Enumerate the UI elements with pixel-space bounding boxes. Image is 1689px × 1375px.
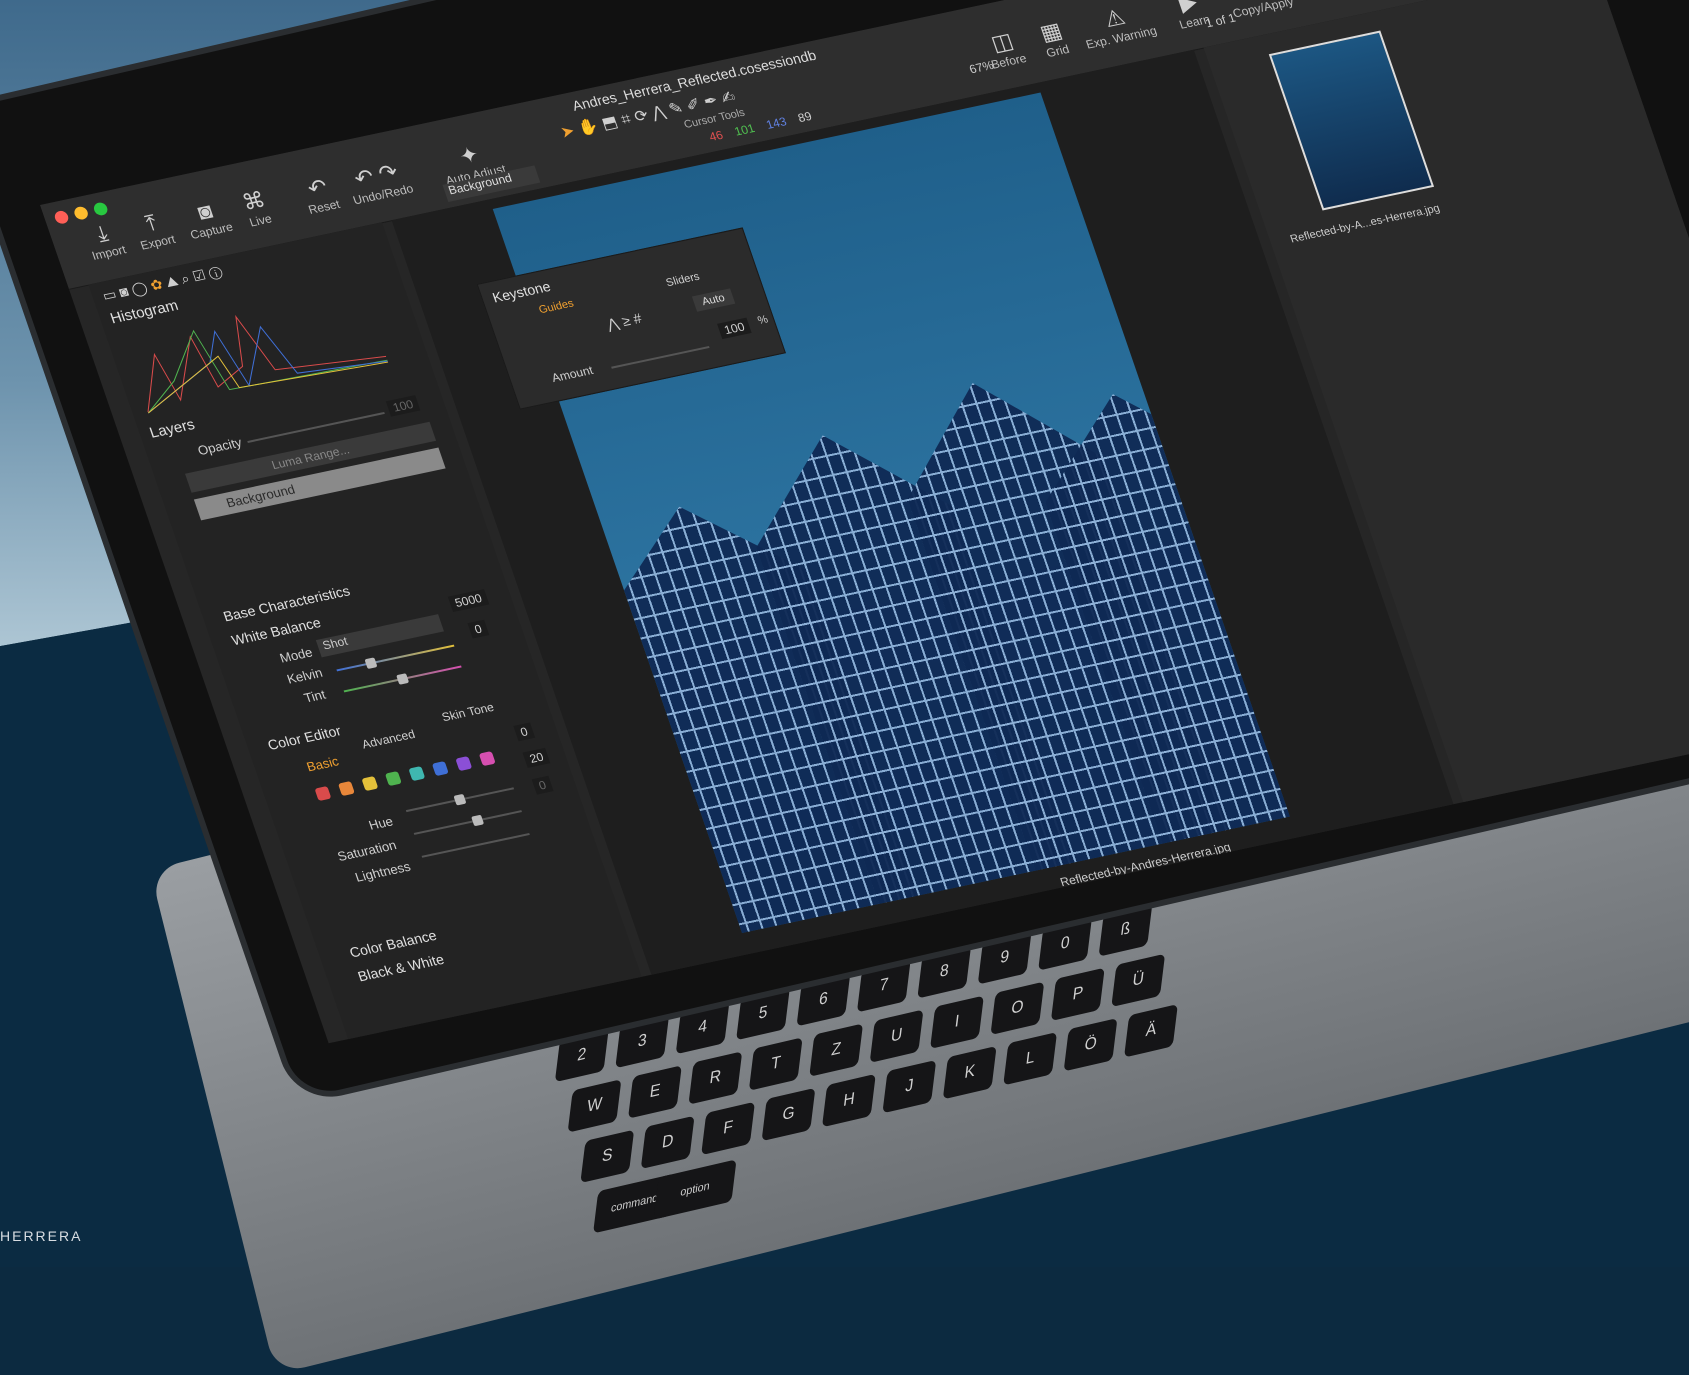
grid-label: Grid	[1044, 42, 1072, 61]
readout-red: 46	[707, 127, 725, 144]
layers-title[interactable]: Layers	[147, 416, 197, 442]
keystone-tab-sliders[interactable]: Sliders	[664, 271, 701, 289]
keystone-auto-button[interactable]: Auto	[691, 288, 735, 312]
keyboard-key: T	[748, 1037, 803, 1091]
keyboard-key: K	[942, 1045, 997, 1100]
tint-slider-knob[interactable]	[396, 673, 410, 685]
keystone-unit: %	[756, 313, 770, 327]
keyboard-key: W	[567, 1079, 622, 1133]
readout-blue: 143	[764, 114, 789, 132]
tab-basic[interactable]: Basic	[305, 754, 341, 775]
minimize-window-button[interactable]	[72, 205, 90, 221]
readout-luminance: 89	[796, 108, 814, 126]
watermark: HERRERA	[0, 1228, 83, 1244]
color-tab-icon[interactable]: ✿	[148, 276, 165, 294]
keystone-guide-icons[interactable]: ⋀ ≥ #	[605, 310, 645, 333]
color-swatch[interactable]	[314, 785, 332, 802]
undo-redo-button[interactable]: ↶ ↷ Undo/Redo	[343, 157, 415, 208]
keyboard-key: I	[930, 995, 984, 1049]
keyboard-key: Z	[809, 1023, 864, 1077]
keyboard-key: L	[1003, 1031, 1058, 1086]
histogram-chart	[147, 314, 389, 414]
color-swatch[interactable]	[361, 776, 379, 792]
color-swatches	[314, 743, 534, 803]
keyboard-key: S	[580, 1129, 635, 1184]
keyboard-key: Ü	[1111, 953, 1166, 1008]
keyboard-key: R	[688, 1051, 743, 1105]
keyboard-key: option	[653, 1159, 737, 1220]
keyboard-key: Ö	[1063, 1018, 1118, 1072]
opacity-value[interactable]: 100	[385, 395, 421, 417]
keyboard-key: E	[627, 1065, 682, 1119]
keyboard-key: Ä	[1123, 1004, 1178, 1058]
wb-mode-label: Mode	[277, 644, 315, 666]
keyboard-key: F	[701, 1101, 756, 1156]
color-swatch[interactable]	[408, 766, 426, 782]
base-characteristics-title[interactable]: Base Characteristics	[221, 582, 352, 624]
keyboard-key: U	[869, 1009, 924, 1063]
kelvin-slider-knob[interactable]	[364, 657, 378, 670]
opacity-label: Opacity	[195, 434, 244, 459]
live-button[interactable]: ⌘ Live	[220, 183, 292, 234]
thumbnail-name: Reflected-by-A...es-Herrera.jpg	[1288, 202, 1442, 246]
hue-value[interactable]: 0	[513, 722, 535, 742]
exp-warning-button[interactable]: ⚠ Exp. Warning	[1071, 0, 1162, 53]
saturation-slider-knob[interactable]	[471, 814, 485, 827]
saturation-slider[interactable]	[413, 810, 522, 835]
keyboard-key: H	[821, 1073, 876, 1128]
thumbnail[interactable]	[1268, 30, 1435, 211]
live-label: Live	[247, 211, 274, 230]
keystone-tab-guides[interactable]: Guides	[537, 298, 575, 317]
lightness-value[interactable]: 0	[531, 775, 554, 795]
keystone-amount-label: Amount	[549, 363, 595, 385]
select-cursor-icon[interactable]: ➤	[558, 123, 577, 142]
color-swatch[interactable]	[455, 756, 473, 772]
saturation-value[interactable]: 20	[522, 747, 551, 768]
lightness-label: Lightness	[353, 858, 413, 885]
keyboard-key: D	[640, 1115, 695, 1170]
color-swatch[interactable]	[337, 780, 355, 797]
tint-label: Tint	[301, 686, 328, 706]
color-swatch[interactable]	[431, 761, 449, 777]
color-editor-title[interactable]: Color Editor	[265, 722, 343, 753]
keyboard-key: J	[882, 1059, 937, 1114]
color-swatch[interactable]	[384, 771, 402, 787]
keyboard-key: G	[761, 1087, 816, 1142]
zoom-window-button[interactable]	[92, 201, 110, 217]
tab-advanced[interactable]: Advanced	[360, 727, 417, 751]
main-photo	[492, 92, 1290, 933]
keystone-amount-slider[interactable]	[611, 345, 710, 369]
tint-value[interactable]: 0	[467, 619, 490, 639]
kelvin-label: Kelvin	[284, 664, 325, 687]
readout-green: 101	[732, 121, 757, 139]
saturation-label: Saturation	[335, 837, 399, 864]
keyboard-key: P	[1050, 967, 1105, 1022]
close-window-button[interactable]	[53, 209, 71, 225]
tab-skin-tone[interactable]: Skin Tone	[440, 700, 496, 724]
kelvin-value[interactable]: 5000	[447, 589, 489, 613]
keystone-title[interactable]: Keystone	[490, 278, 552, 305]
keyboard-key: O	[990, 981, 1045, 1036]
hue-label: Hue	[366, 813, 395, 833]
color-swatch[interactable]	[478, 751, 496, 767]
keystone-amount-value[interactable]: 100	[717, 317, 752, 340]
lightness-slider[interactable]	[421, 833, 530, 858]
hue-slider-knob[interactable]	[453, 793, 467, 806]
